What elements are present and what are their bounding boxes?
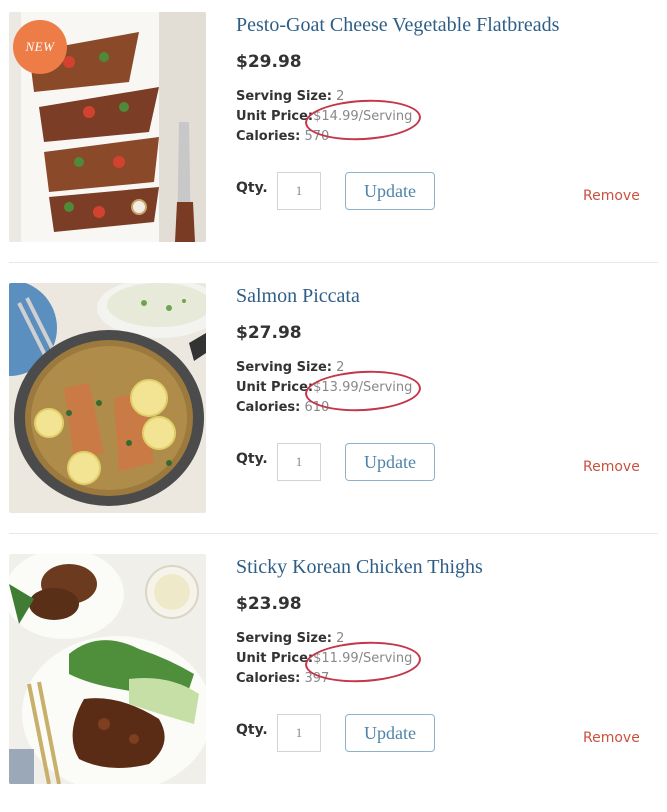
cart-item: Sticky Korean Chicken Thighs $23.98 Serv…: [0, 542, 667, 812]
item-price: $27.98: [236, 323, 302, 343]
update-button[interactable]: Update: [345, 443, 435, 481]
item-details: Serving Size: 2 Unit Price:$14.99/Servin…: [236, 87, 412, 147]
update-button[interactable]: Update: [345, 172, 435, 210]
remove-link[interactable]: Remove: [583, 188, 640, 204]
remove-link[interactable]: Remove: [583, 459, 640, 475]
remove-link[interactable]: Remove: [583, 730, 640, 746]
calories-label: Calories:: [236, 671, 301, 686]
qty-input[interactable]: [277, 443, 321, 481]
qty-input[interactable]: [277, 714, 321, 752]
qty-input[interactable]: [277, 172, 321, 210]
serving-size-label: Serving Size:: [236, 360, 333, 375]
cart-item: Salmon Piccata $27.98 Serving Size: 2 Un…: [0, 271, 667, 541]
calories-value: 397: [304, 671, 330, 686]
cart-item: NEW Pesto-Goat Cheese Vegetable Flatbrea…: [0, 0, 667, 270]
calories-value: 570: [304, 129, 330, 144]
flatbread-photo[interactable]: NEW: [9, 12, 206, 242]
unit-price-label: Unit Price:: [236, 651, 314, 666]
salmon-photo[interactable]: [9, 283, 206, 513]
divider: [9, 262, 658, 263]
update-button[interactable]: Update: [345, 714, 435, 752]
item-price: $23.98: [236, 594, 302, 614]
serving-size-value: 2: [336, 360, 345, 375]
divider: [9, 533, 658, 534]
item-price: $29.98: [236, 52, 302, 72]
serving-size-label: Serving Size:: [236, 89, 333, 104]
item-details: Serving Size: 2 Unit Price:$13.99/Servin…: [236, 358, 412, 418]
item-details: Serving Size: 2 Unit Price:$11.99/Servin…: [236, 629, 412, 689]
unit-price-label: Unit Price:: [236, 109, 314, 124]
qty-label: Qty.: [236, 180, 268, 196]
qty-label: Qty.: [236, 451, 268, 467]
serving-size-value: 2: [336, 89, 345, 104]
calories-label: Calories:: [236, 129, 301, 144]
item-title[interactable]: Sticky Korean Chicken Thighs: [236, 556, 483, 579]
new-badge: NEW: [13, 20, 67, 74]
unit-price-value: $14.99/Serving: [313, 109, 413, 124]
chicken-photo[interactable]: [9, 554, 206, 784]
item-title[interactable]: Salmon Piccata: [236, 285, 360, 308]
unit-price-value: $11.99/Serving: [313, 651, 413, 666]
calories-label: Calories:: [236, 400, 301, 415]
salmon-image: [9, 283, 206, 513]
calories-value: 610: [304, 400, 330, 415]
serving-size-label: Serving Size:: [236, 631, 333, 646]
unit-price-label: Unit Price:: [236, 380, 314, 395]
chicken-image: [9, 554, 206, 784]
serving-size-value: 2: [336, 631, 345, 646]
qty-label: Qty.: [236, 722, 268, 738]
unit-price-value: $13.99/Serving: [313, 380, 413, 395]
item-title[interactable]: Pesto-Goat Cheese Vegetable Flatbreads: [236, 14, 559, 37]
